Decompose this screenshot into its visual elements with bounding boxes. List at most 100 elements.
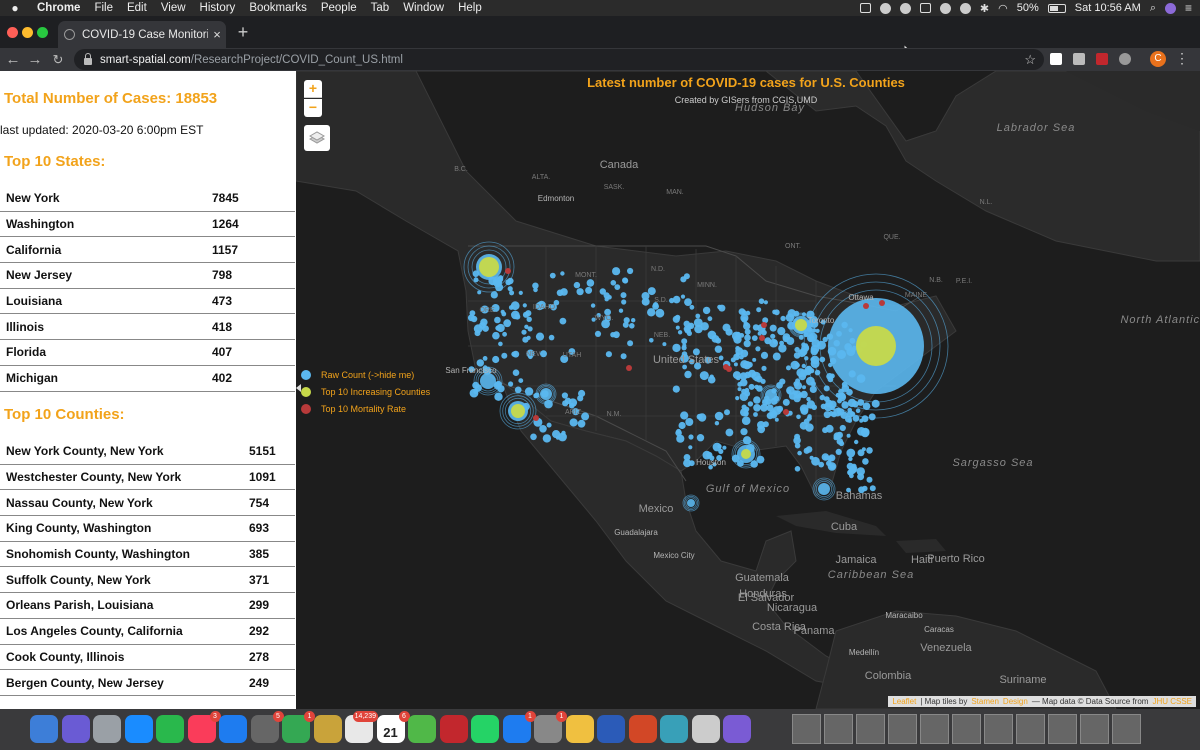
menu-view[interactable]: View [154, 0, 193, 16]
case-marker-raw-count[interactable] [675, 325, 680, 330]
case-marker-mortality[interactable] [505, 268, 511, 274]
case-marker-raw-count[interactable] [505, 279, 512, 286]
dock-app-icon[interactable] [628, 715, 657, 743]
case-marker-raw-count[interactable] [810, 355, 820, 365]
notification-center-icon[interactable]: ≡ [1185, 1, 1192, 15]
case-marker-raw-count[interactable] [503, 319, 512, 328]
case-marker-raw-count[interactable] [782, 398, 790, 406]
case-marker-raw-count[interactable] [823, 402, 833, 412]
case-marker-raw-count[interactable] [688, 434, 694, 440]
case-marker-raw-count[interactable] [607, 295, 612, 300]
window-close-button[interactable] [7, 27, 18, 38]
case-marker-raw-count[interactable] [755, 346, 761, 352]
dock-window-thumbnail[interactable] [920, 714, 949, 744]
case-marker-raw-count[interactable] [740, 313, 749, 323]
case-marker-raw-count[interactable] [815, 328, 820, 333]
case-marker-raw-count[interactable] [694, 324, 703, 334]
map-container[interactable]: Hudson Bay Labrador Sea Canada B.C. ALTA. SAS… [296, 71, 1200, 709]
case-marker-raw-count[interactable] [573, 281, 581, 289]
case-marker-raw-count[interactable] [828, 454, 836, 462]
menu-people[interactable]: People [314, 0, 364, 16]
dock-window-thumbnail[interactable] [824, 714, 853, 744]
dropbox-tray-icon[interactable] [939, 2, 951, 14]
case-marker-raw-count[interactable] [776, 405, 784, 413]
extension-2-icon[interactable] [1073, 53, 1085, 65]
case-marker-raw-count[interactable] [605, 351, 612, 358]
dock-app-icon[interactable] [93, 715, 121, 743]
case-marker-raw-count[interactable] [539, 425, 547, 433]
menu-window[interactable]: Window [396, 0, 451, 16]
case-marker-raw-count[interactable] [782, 333, 791, 341]
case-marker-raw-count[interactable] [518, 378, 524, 383]
case-marker-raw-count[interactable] [498, 341, 503, 347]
case-marker-increasing[interactable] [511, 404, 525, 418]
case-marker-raw-count[interactable] [753, 412, 758, 417]
case-marker-raw-count[interactable] [725, 428, 734, 437]
case-marker-raw-count[interactable] [835, 448, 842, 455]
case-marker-raw-count[interactable] [871, 399, 880, 408]
case-marker-raw-count[interactable] [512, 369, 520, 377]
case-marker-raw-count[interactable] [769, 324, 777, 332]
case-marker-raw-count[interactable] [744, 390, 751, 397]
bluetooth-icon[interactable]: ✱ [980, 2, 989, 15]
apple-menu-icon[interactable]: ● [0, 1, 30, 15]
case-marker-raw-count[interactable] [680, 411, 689, 420]
case-marker-raw-count[interactable] [502, 331, 507, 337]
case-marker-raw-count[interactable] [717, 304, 722, 310]
case-marker-raw-count[interactable] [470, 315, 478, 323]
legend-item-mortality[interactable]: Top 10 Mortality Rate [301, 400, 430, 417]
case-marker-raw-count[interactable] [753, 404, 761, 412]
case-marker-raw-count[interactable] [778, 344, 787, 353]
case-marker-raw-count[interactable] [641, 297, 650, 306]
case-marker-raw-count[interactable] [847, 418, 853, 423]
dock-app-icon[interactable] [471, 715, 499, 743]
case-marker-raw-count[interactable] [699, 371, 709, 381]
dock-app-icon[interactable] [439, 715, 468, 743]
dock-app-icon[interactable] [219, 715, 247, 743]
grid-tray-icon[interactable] [919, 3, 931, 13]
case-marker-raw-count[interactable] [482, 356, 488, 361]
case-marker-raw-count[interactable] [861, 415, 869, 423]
case-marker-raw-count[interactable] [762, 399, 769, 406]
case-marker-raw-count[interactable] [772, 352, 781, 361]
case-marker-raw-count[interactable] [684, 298, 692, 306]
case-marker-raw-count[interactable] [866, 447, 873, 454]
case-marker-raw-count[interactable] [754, 384, 759, 390]
zoom-in-button[interactable]: + [304, 80, 322, 98]
case-marker-raw-count[interactable] [800, 390, 808, 399]
back-button[interactable]: ← [3, 49, 23, 70]
case-marker-raw-count[interactable] [623, 317, 630, 324]
extension-3-icon[interactable] [1096, 53, 1108, 65]
case-marker-raw-count[interactable] [518, 290, 523, 295]
case-marker-raw-count[interactable] [747, 401, 754, 407]
tab-close-icon[interactable]: × [208, 27, 226, 42]
case-marker-raw-count[interactable] [737, 387, 742, 392]
dock-window-thumbnail[interactable] [792, 714, 821, 744]
case-marker-raw-count[interactable] [477, 290, 482, 295]
case-marker-raw-count[interactable] [564, 397, 572, 404]
case-marker-raw-count[interactable] [495, 325, 501, 331]
case-marker-raw-count[interactable] [549, 272, 556, 279]
case-marker-raw-count[interactable] [620, 353, 627, 360]
case-marker-raw-count[interactable] [683, 325, 690, 333]
case-marker-raw-count[interactable] [786, 365, 791, 371]
case-marker-raw-count[interactable] [689, 304, 695, 310]
case-marker-raw-count[interactable] [849, 473, 854, 479]
case-marker-raw-count[interactable] [522, 303, 527, 308]
lock-icon[interactable] [84, 52, 92, 65]
case-marker-raw-count[interactable] [772, 339, 778, 344]
case-marker-raw-count[interactable] [511, 351, 517, 357]
case-marker-raw-count[interactable] [772, 309, 777, 315]
case-marker-raw-count[interactable] [763, 300, 768, 305]
address-bar[interactable]: smart-spatial.com /ResearchProject/COVID… [74, 49, 1044, 70]
window-zoom-button[interactable] [37, 27, 48, 38]
case-marker-raw-count[interactable] [823, 455, 830, 461]
dock-app-icon[interactable] [61, 715, 90, 743]
maps-tray-icon[interactable] [879, 2, 891, 14]
case-marker-raw-count[interactable] [473, 277, 479, 283]
case-marker-raw-count[interactable] [732, 371, 741, 380]
layers-control-button[interactable] [304, 125, 330, 151]
case-marker-raw-count[interactable] [681, 338, 688, 345]
case-marker-raw-count[interactable] [718, 355, 724, 361]
screenshot-tray-icon[interactable] [859, 3, 871, 13]
